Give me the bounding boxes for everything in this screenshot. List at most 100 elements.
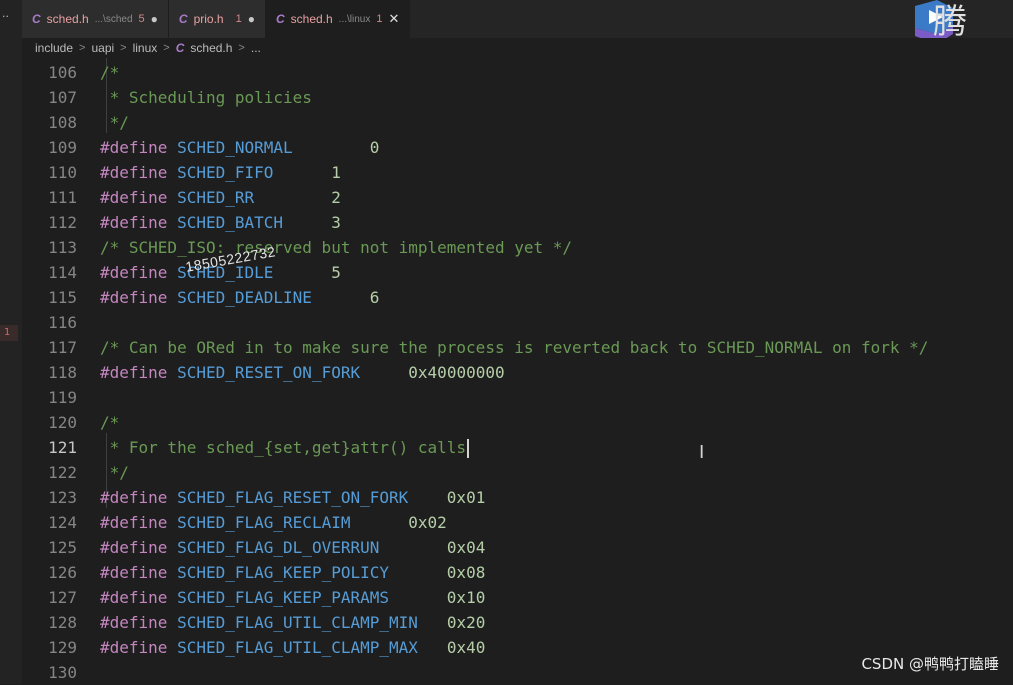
comment-text: /* SCHED_ISO: reserved but not implement…	[100, 238, 573, 257]
line-number: 122	[48, 463, 77, 482]
tab-sched-h[interactable]: Csched.h ...\sched 5 ●	[22, 0, 169, 38]
code-content: #define SCHED_NORMAL 0	[100, 135, 379, 160]
close-icon[interactable]: ✕	[388, 11, 399, 27]
macro-value: 1	[331, 163, 341, 182]
macro-value: 0x08	[446, 563, 486, 582]
preprocessor-keyword: #define	[100, 613, 168, 632]
breadcrumb-item-linux[interactable]: linux	[133, 41, 158, 55]
macro-name: SCHED_FLAG_KEEP_PARAMS	[177, 588, 389, 607]
code-content: #define SCHED_FLAG_KEEP_PARAMS 0x10	[100, 585, 485, 610]
chevron-right-icon: >	[120, 42, 127, 54]
macro-name: SCHED_FLAG_KEEP_POLICY	[177, 563, 389, 582]
macro-name: SCHED_NORMAL	[177, 138, 293, 157]
line-number: 126	[48, 563, 77, 582]
macro-name: SCHED_FLAG_RECLAIM	[177, 513, 351, 532]
macro-value: 0x02	[408, 513, 447, 532]
text-cursor-icon: I	[699, 442, 705, 463]
macro-name: SCHED_FLAG_DL_OVERRUN	[177, 538, 380, 557]
line-number: 108	[48, 113, 77, 132]
more-icon[interactable]: ··	[2, 10, 9, 23]
csdn-watermark: CSDN @鸭鸭打瞌睡	[861, 655, 999, 673]
line-number: 111	[48, 188, 77, 207]
macro-value: 0x40000000	[408, 363, 505, 382]
code-content: #define SCHED_FIFO 1	[100, 160, 341, 185]
chevron-right-icon: >	[238, 42, 245, 54]
macro-value: 0x20	[446, 613, 486, 632]
macro-value: 6	[369, 288, 380, 307]
preprocessor-keyword: #define	[100, 263, 168, 282]
macro-name: SCHED_DEADLINE	[177, 288, 312, 307]
code-content: #define SCHED_FLAG_RECLAIM 0x02	[100, 510, 447, 535]
unsaved-dot-icon[interactable]: ●	[151, 12, 158, 26]
code-content: #define SCHED_FLAG_KEEP_POLICY 0x08	[100, 560, 485, 585]
tab-bar: Csched.h ...\sched 5 ● Cprio.h 1 ● Csched.h ...\…	[22, 0, 1013, 38]
code-content: #define SCHED_BATCH 3	[100, 210, 341, 235]
line-number: 130	[48, 663, 77, 682]
breadcrumb: include > uapi > linux > C sched.h > ...	[22, 38, 1013, 58]
comment-text: */	[100, 113, 129, 132]
code-content: #define SCHED_FLAG_UTIL_CLAMP_MAX 0x40	[100, 635, 485, 660]
preprocessor-keyword: #define	[100, 588, 168, 607]
macro-name: SCHED_RESET_ON_FORK	[177, 363, 361, 382]
macro-value: 0x04	[446, 538, 486, 557]
code-content: /*	[100, 410, 119, 435]
code-content: */	[100, 460, 129, 485]
macro-value: 0x01	[446, 488, 486, 507]
code-content: /*	[100, 60, 119, 85]
tab-sched-h[interactable]: Csched.h ...\linux 1 ✕	[265, 0, 411, 38]
code-editor[interactable]: 106/* 107 * Scheduling policies 108 */109 #…	[22, 58, 1013, 684]
macro-name: SCHED_RR	[177, 188, 255, 207]
line-number: 110	[48, 163, 77, 182]
line-number: 118	[48, 363, 77, 382]
comment-text: */	[100, 463, 129, 482]
line-number: 129	[48, 638, 77, 657]
tab-problem-count: 5	[138, 13, 145, 25]
line-number: 112	[48, 213, 77, 232]
line-number: 120	[48, 413, 77, 432]
breadcrumb-item-uapi[interactable]: uapi	[91, 41, 114, 55]
breadcrumb-item-symbol[interactable]: ...	[251, 41, 261, 55]
macro-name: SCHED_FLAG_UTIL_CLAMP_MAX	[177, 638, 418, 657]
line-number: 115	[48, 288, 77, 307]
preprocessor-keyword: #define	[100, 488, 168, 507]
preprocessor-keyword: #define	[100, 138, 168, 157]
chevron-right-icon: >	[79, 42, 86, 54]
code-content: /* SCHED_ISO: reserved but not implement…	[100, 235, 572, 260]
code-content: * Scheduling policies	[100, 85, 312, 110]
breadcrumb-item-include[interactable]: include	[35, 41, 73, 55]
comment-text: /* Can be ORed in to make sure the proce…	[100, 338, 929, 357]
breadcrumb-item-file[interactable]: sched.h	[190, 41, 232, 55]
code-content: /* Can be ORed in to make sure the proce…	[100, 335, 928, 360]
tab-path: ...\sched	[94, 13, 133, 25]
macro-name: SCHED_FLAG_UTIL_CLAMP_MIN	[177, 613, 418, 632]
tab-label: prio.h	[193, 12, 224, 26]
unsaved-dot-icon[interactable]: ●	[248, 12, 255, 26]
macro-value: 0	[369, 138, 380, 157]
comment-text: * For the sched_{set,get}attr() calls	[100, 438, 467, 457]
tab-prio-h[interactable]: Cprio.h 1 ●	[168, 0, 266, 38]
c-file-icon: C	[175, 41, 185, 55]
line-number: 117	[48, 338, 77, 357]
preprocessor-keyword: #define	[100, 513, 168, 532]
tab-problem-count: 1	[376, 13, 383, 25]
c-file-icon: C	[32, 12, 41, 26]
tab-path: ...\linux	[338, 13, 371, 25]
code-content: */	[100, 110, 129, 135]
c-file-icon: C	[178, 12, 188, 26]
macro-name: SCHED_FLAG_RESET_ON_FORK	[177, 488, 409, 507]
comment-text: /*	[100, 413, 120, 432]
macro-name: SCHED_FIFO	[177, 163, 274, 182]
line-number: 119	[48, 388, 77, 407]
line-number: 127	[48, 588, 77, 607]
tab-problem-count: 1	[235, 13, 242, 25]
macro-value: 5	[331, 263, 341, 282]
c-file-icon: C	[275, 12, 285, 26]
code-content: #define SCHED_FLAG_UTIL_CLAMP_MIN 0x20	[100, 610, 485, 635]
